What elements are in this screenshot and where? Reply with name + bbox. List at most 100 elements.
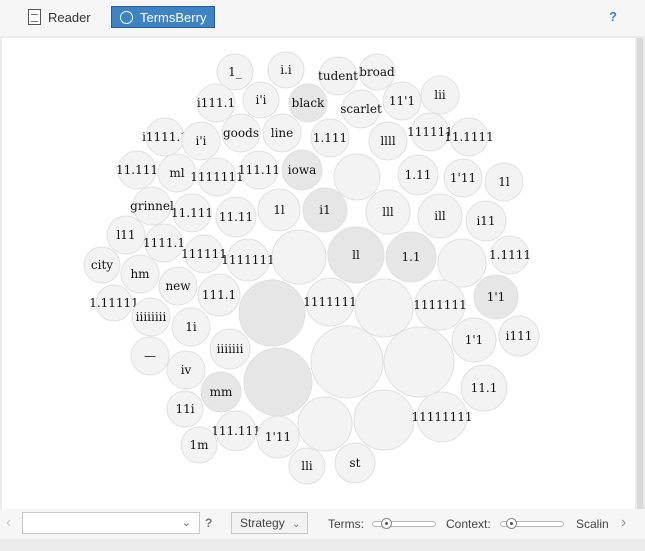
term-bubble[interactable]: 111.1 bbox=[197, 273, 241, 317]
strategy-label: Strategy bbox=[240, 516, 285, 530]
term-bubble-label: 1'1 bbox=[487, 290, 506, 304]
term-bubble-circle[interactable] bbox=[297, 396, 353, 452]
term-bubble-label: tudent bbox=[318, 69, 358, 83]
term-bubble[interactable]: 1111111 bbox=[221, 238, 275, 282]
term-bubble[interactable]: — bbox=[130, 336, 170, 376]
term-bubble[interactable]: l11 bbox=[106, 215, 146, 255]
term-bubble[interactable]: 111111 bbox=[181, 234, 227, 274]
term-bubble[interactable]: 11.111 bbox=[171, 193, 213, 233]
term-bubble[interactable]: ll bbox=[327, 226, 385, 284]
term-bubble[interactable] bbox=[271, 229, 327, 285]
term-bubble-circle[interactable] bbox=[437, 238, 487, 288]
term-bubble[interactable] bbox=[383, 326, 455, 398]
term-bubble[interactable]: 1'11 bbox=[443, 158, 483, 198]
term-bubble[interactable]: scarlet bbox=[340, 89, 382, 129]
help-icon[interactable]: ? bbox=[609, 9, 617, 24]
term-bubble[interactable]: 1'11 bbox=[256, 415, 300, 459]
term-bubble[interactable]: 1.1 bbox=[385, 231, 437, 283]
strategy-dropdown[interactable]: Strategy ⌄ bbox=[231, 512, 308, 534]
term-bubble[interactable]: iv bbox=[166, 350, 206, 390]
term-bubble[interactable]: 1i bbox=[171, 307, 211, 347]
term-bubble[interactable]: i111 bbox=[498, 315, 540, 357]
term-bubble[interactable]: 11111111 bbox=[411, 391, 473, 443]
term-bubble[interactable]: iowa bbox=[281, 149, 323, 191]
term-bubble[interactable]: 11.1111 bbox=[444, 117, 494, 157]
term-bubble[interactable]: ill bbox=[417, 193, 463, 239]
term-bubble[interactable]: i11 bbox=[465, 200, 507, 242]
term-bubble[interactable]: 11.111 bbox=[116, 150, 158, 190]
term-bubble[interactable]: lli bbox=[288, 447, 326, 485]
term-select[interactable]: ⌄ bbox=[22, 512, 200, 534]
term-bubble[interactable]: iiiiiiii bbox=[131, 297, 171, 337]
term-bubble[interactable]: goods bbox=[221, 113, 261, 153]
term-bubble[interactable]: 111.11 bbox=[238, 150, 280, 190]
term-bubble[interactable]: tudent bbox=[318, 56, 358, 96]
term-bubble[interactable] bbox=[297, 396, 353, 452]
term-bubble[interactable] bbox=[333, 153, 381, 201]
term-bubble[interactable]: 11i bbox=[166, 390, 204, 428]
chevron-left-icon[interactable]: ‹ bbox=[6, 514, 11, 532]
vertical-scrollbar[interactable] bbox=[637, 38, 643, 509]
term-bubble[interactable]: 1'1 bbox=[473, 274, 519, 320]
term-bubble[interactable]: i111.1 bbox=[196, 83, 236, 123]
term-bubble-label: 11'1 bbox=[389, 94, 415, 108]
term-bubble[interactable]: hm bbox=[120, 254, 160, 294]
terms-slider-handle[interactable] bbox=[380, 518, 392, 529]
term-bubble[interactable]: 1l bbox=[257, 188, 301, 232]
term-bubble[interactable]: 1.111 bbox=[310, 118, 350, 158]
term-bubble[interactable]: new bbox=[158, 266, 198, 306]
term-bubble[interactable]: i'i bbox=[181, 121, 221, 161]
term-bubble[interactable]: 1m bbox=[180, 426, 218, 464]
term-bubble[interactable]: 1.1111 bbox=[489, 235, 531, 275]
term-bubble[interactable]: black bbox=[288, 83, 328, 123]
term-bubble[interactable] bbox=[310, 325, 384, 399]
term-bubble-circle[interactable] bbox=[243, 347, 313, 417]
term-bubble-circle[interactable] bbox=[353, 389, 415, 451]
term-bubble[interactable]: 1.11 bbox=[397, 154, 439, 196]
term-bubble[interactable]: 1'1 bbox=[451, 317, 497, 363]
term-bubble[interactable]: i1 bbox=[302, 187, 348, 233]
term-bubble-circle[interactable] bbox=[383, 326, 455, 398]
term-bubble[interactable]: mm bbox=[200, 371, 242, 413]
term-bubble[interactable] bbox=[243, 347, 313, 417]
term-bubble[interactable]: 11.11 bbox=[215, 196, 257, 238]
term-bubble-label: lii bbox=[434, 88, 446, 102]
term-bubble[interactable] bbox=[354, 278, 414, 338]
term-bubble[interactable]: line bbox=[262, 113, 302, 153]
tab-termsberry-label: TermsBerry bbox=[140, 9, 207, 25]
term-bubble[interactable] bbox=[353, 389, 415, 451]
term-bubble[interactable]: 1l bbox=[484, 162, 524, 202]
term-bubble[interactable]: 111.111 bbox=[211, 410, 261, 452]
term-bubble[interactable]: iiiiiii bbox=[209, 328, 251, 370]
term-bubble[interactable]: lll bbox=[365, 189, 411, 235]
term-bubble[interactable] bbox=[437, 238, 487, 288]
term-bubble[interactable]: lii bbox=[420, 75, 460, 115]
term-bubble[interactable]: 1111111 bbox=[303, 277, 357, 327]
term-bubble-circle[interactable] bbox=[333, 153, 381, 201]
tab-reader[interactable]: Reader bbox=[28, 6, 91, 28]
context-slider-handle[interactable] bbox=[506, 518, 518, 529]
chevron-right-icon[interactable]: › bbox=[621, 514, 626, 532]
term-bubble[interactable]: 11.1 bbox=[460, 364, 508, 412]
term-bubble[interactable]: 1111111 bbox=[413, 279, 467, 331]
term-bubble-circle[interactable] bbox=[354, 278, 414, 338]
term-bubble[interactable]: 1111.1 bbox=[143, 223, 185, 263]
term-bubble-circle[interactable] bbox=[271, 229, 327, 285]
terms-slider[interactable] bbox=[372, 518, 436, 529]
term-bubble[interactable]: city bbox=[83, 246, 121, 284]
term-bubble[interactable]: 1111111 bbox=[190, 157, 244, 197]
term-bubble[interactable]: st bbox=[334, 442, 376, 484]
term-bubble[interactable]: broad bbox=[358, 53, 396, 91]
term-bubble[interactable]: 11'1 bbox=[382, 81, 422, 121]
term-bubble[interactable]: i'i bbox=[242, 81, 280, 119]
term-bubble[interactable]: llll bbox=[368, 121, 408, 161]
term-bubble[interactable]: i.i bbox=[267, 51, 305, 89]
term-bubble[interactable]: i1111.1 bbox=[142, 117, 188, 157]
context-slider[interactable] bbox=[500, 518, 564, 529]
term-bubble-label: i'i bbox=[196, 134, 207, 148]
term-bubble-circle[interactable] bbox=[310, 325, 384, 399]
term-bubble[interactable] bbox=[238, 279, 306, 347]
term-bubble-circle[interactable] bbox=[238, 279, 306, 347]
tab-termsberry[interactable]: TermsBerry bbox=[111, 6, 215, 28]
help-icon-small[interactable]: ? bbox=[205, 516, 212, 530]
